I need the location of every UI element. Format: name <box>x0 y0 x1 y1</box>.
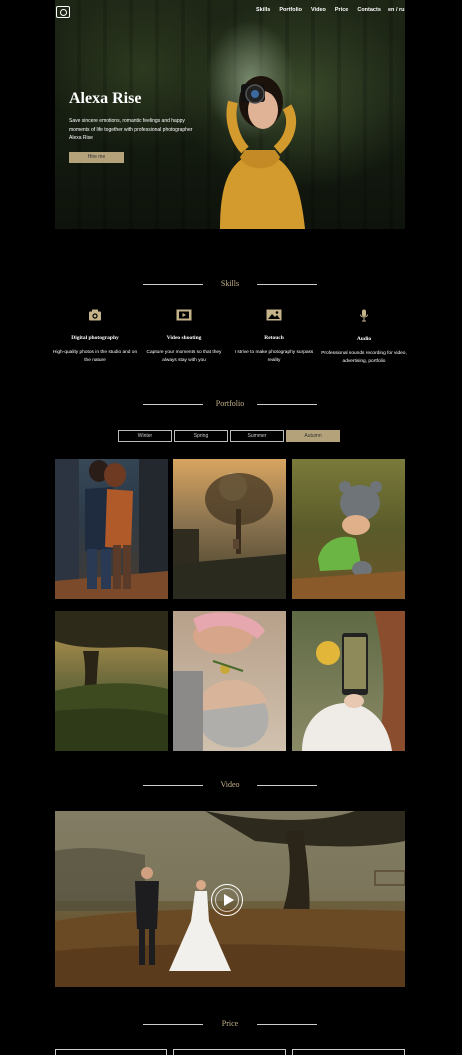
skill-card-audio: Audio Professional sounds recording for … <box>319 309 409 366</box>
skill-text: High-quality photos in the studio and on… <box>52 350 138 363</box>
price-card <box>55 1049 167 1055</box>
language-switch[interactable]: en / ru <box>388 7 405 13</box>
nav-item-portfolio[interactable]: Portfolio <box>279 7 302 13</box>
tab-winter[interactable]: Winter <box>118 430 172 442</box>
hero-title: Alexa Rise <box>69 90 142 107</box>
play-button-icon[interactable] <box>211 884 243 916</box>
tab-spring[interactable]: Spring <box>174 430 228 442</box>
section-heading-portfolio: Portfolio <box>143 398 317 410</box>
portfolio-photo-big-tree[interactable] <box>55 611 168 751</box>
camera-logo-icon[interactable] <box>56 6 70 18</box>
skill-title: Retouch <box>264 335 284 341</box>
portfolio-photo-baby-autumn[interactable] <box>292 459 405 599</box>
section-heading-video: Video <box>143 779 317 791</box>
nav-item-video[interactable]: Video <box>311 7 326 13</box>
portfolio-photo-phone-sunflower[interactable] <box>292 611 405 751</box>
main-nav: Skills Portfolio Video Price Contacts <box>256 7 390 13</box>
skill-title: Audio <box>356 336 372 342</box>
tab-summer[interactable]: Summer <box>230 430 284 442</box>
hero-image <box>55 0 405 229</box>
skill-title: Digital photography <box>71 335 119 341</box>
section-heading-skills: Skills <box>143 278 317 290</box>
photographer-figure <box>220 76 305 229</box>
hire-me-button[interactable]: Hire me <box>69 152 124 163</box>
skill-title: Video shooting <box>166 335 202 341</box>
image-icon <box>266 309 282 321</box>
microphone-icon <box>360 309 368 322</box>
skill-card-retouch: Retouch I strive to make photography sur… <box>229 309 319 365</box>
tab-autumn[interactable]: Autumn <box>286 430 340 442</box>
skill-card-video-shooting: Video shooting Capture your moments so t… <box>139 309 229 365</box>
skill-card-digital-photography: Digital photography High-quality photos … <box>50 309 140 365</box>
price-card <box>173 1049 286 1055</box>
section-heading-price: Price <box>143 1018 317 1030</box>
film-icon <box>176 309 192 321</box>
camera-icon <box>89 309 101 321</box>
portfolio-photo-elderly-couple[interactable] <box>173 611 286 751</box>
portfolio-photo-couple-forest[interactable] <box>55 459 168 599</box>
nav-item-price[interactable]: Price <box>335 7 348 13</box>
skill-text: Professional sounds recording for video,… <box>321 351 407 364</box>
nav-item-contacts[interactable]: Contacts <box>357 7 381 13</box>
portfolio-photo-misty-tree[interactable] <box>173 459 286 599</box>
nav-item-skills[interactable]: Skills <box>256 7 270 13</box>
skill-text: I strive to make photography surpass rea… <box>234 350 314 363</box>
skill-text: Capture your moments so that they always… <box>146 350 222 363</box>
hero-description: Save sincere emotions, romantic feelings… <box>69 118 193 141</box>
price-card <box>292 1049 405 1055</box>
